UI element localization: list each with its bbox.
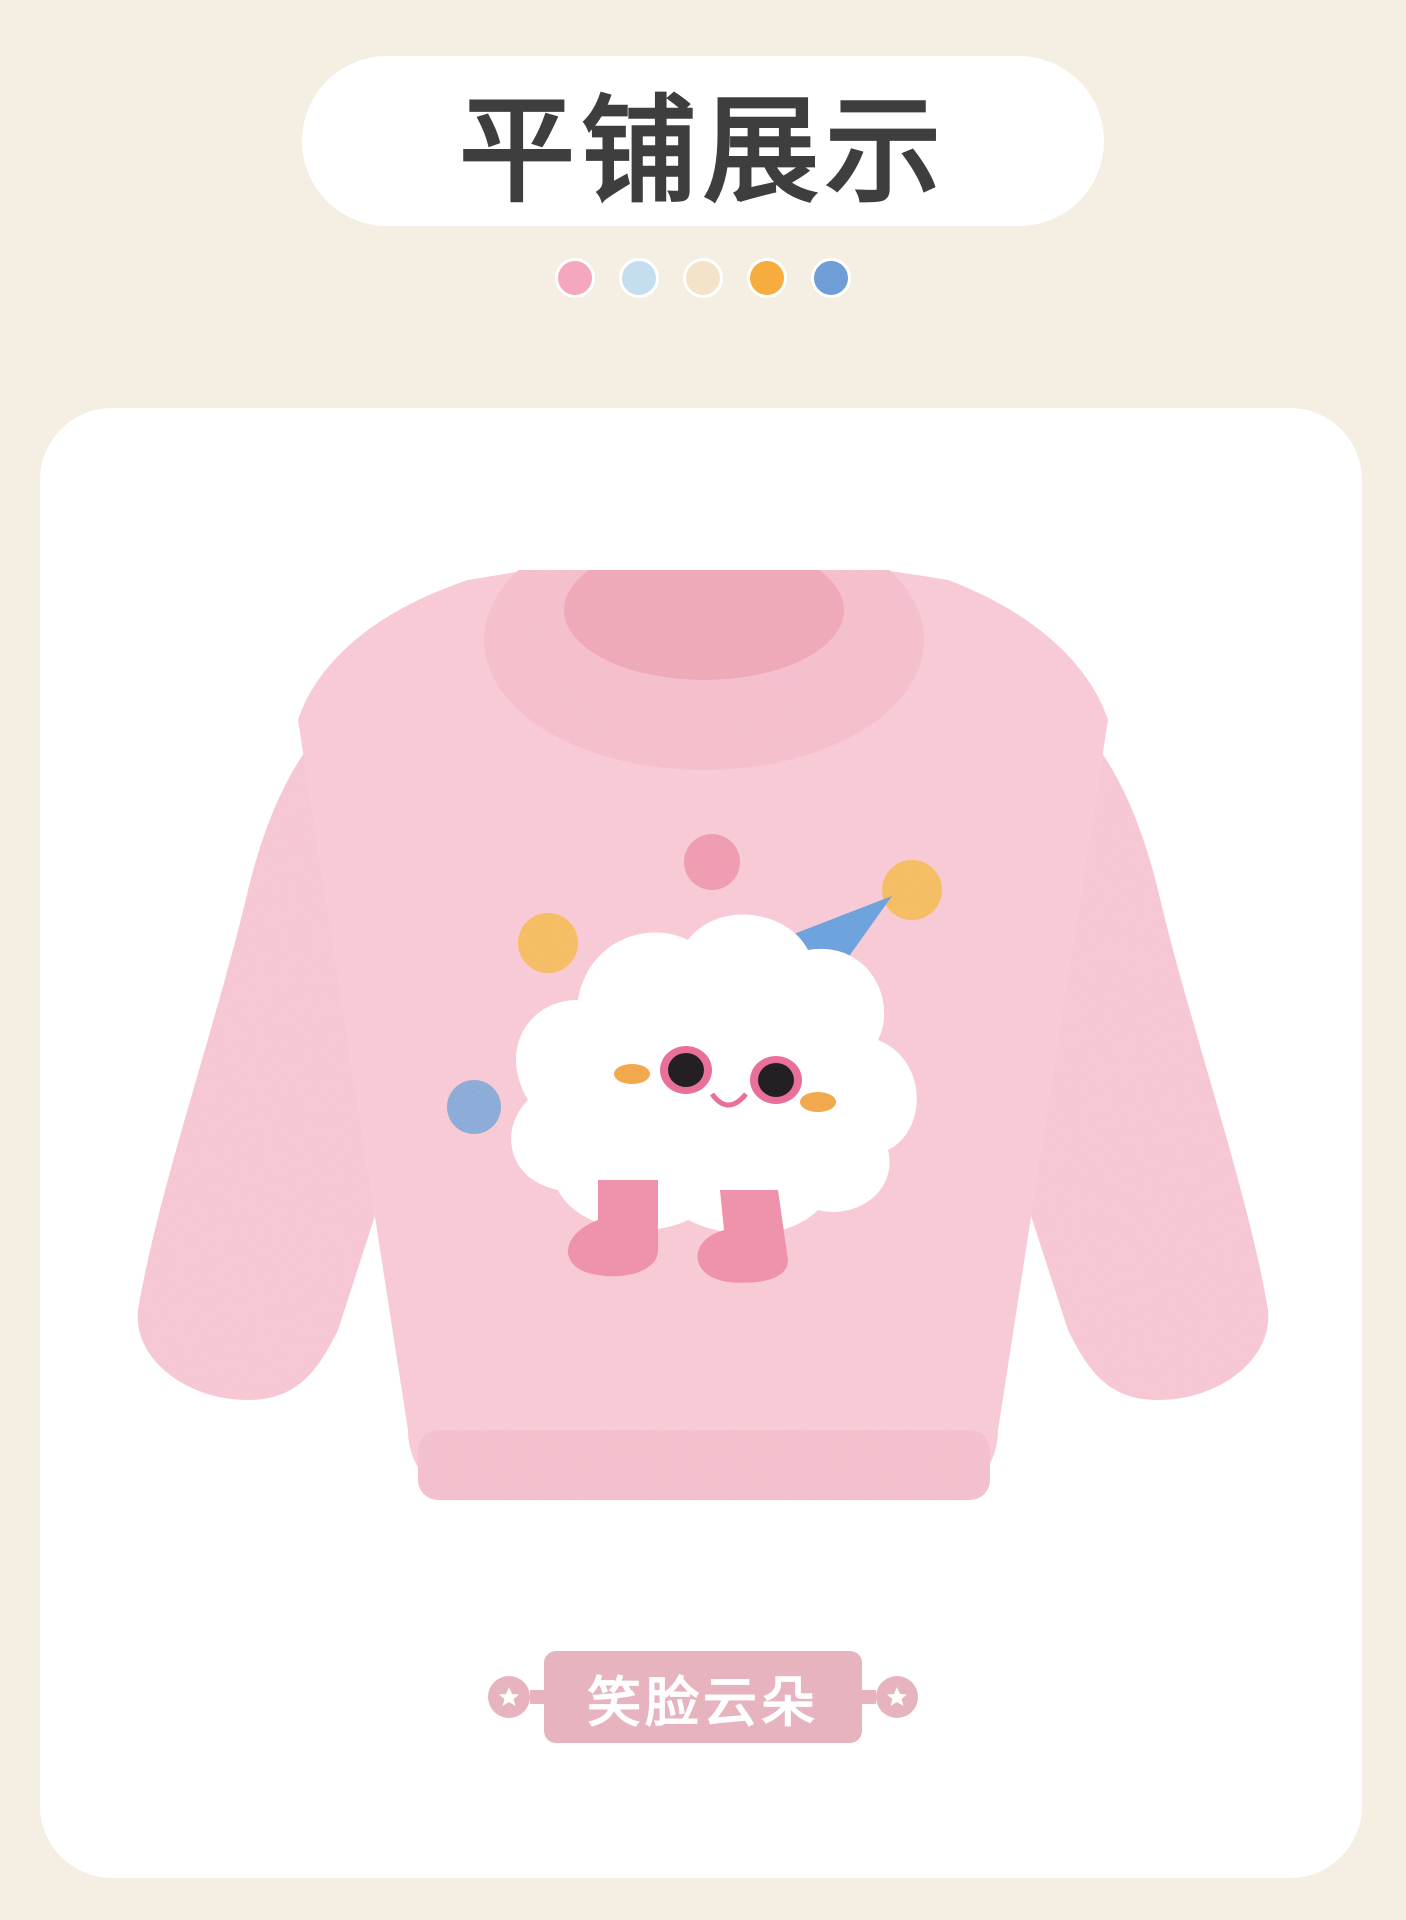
color-swatch-blue[interactable]	[811, 258, 851, 298]
star-icon-left	[488, 1676, 530, 1718]
pompom-yellow-left	[518, 913, 578, 973]
color-swatch-light-blue[interactable]	[619, 258, 659, 298]
color-swatches	[0, 258, 1406, 298]
pompom-pink	[684, 834, 740, 890]
pompom-yellow-hat	[882, 860, 942, 920]
page-title: 平铺展示	[459, 84, 947, 219]
star-icon-right	[876, 1676, 918, 1718]
style-label-text: 笑脸云朵	[544, 1651, 862, 1743]
color-swatch-orange[interactable]	[747, 258, 787, 298]
pompom-blue	[447, 1080, 501, 1134]
sweater-image	[137, 570, 1269, 1500]
color-swatch-pink[interactable]	[555, 258, 595, 298]
color-swatch-cream[interactable]	[683, 258, 723, 298]
sweater-hem	[418, 1430, 990, 1500]
title-pill: 平铺展示	[302, 56, 1104, 226]
style-label: 笑脸云朵	[0, 1650, 1406, 1744]
